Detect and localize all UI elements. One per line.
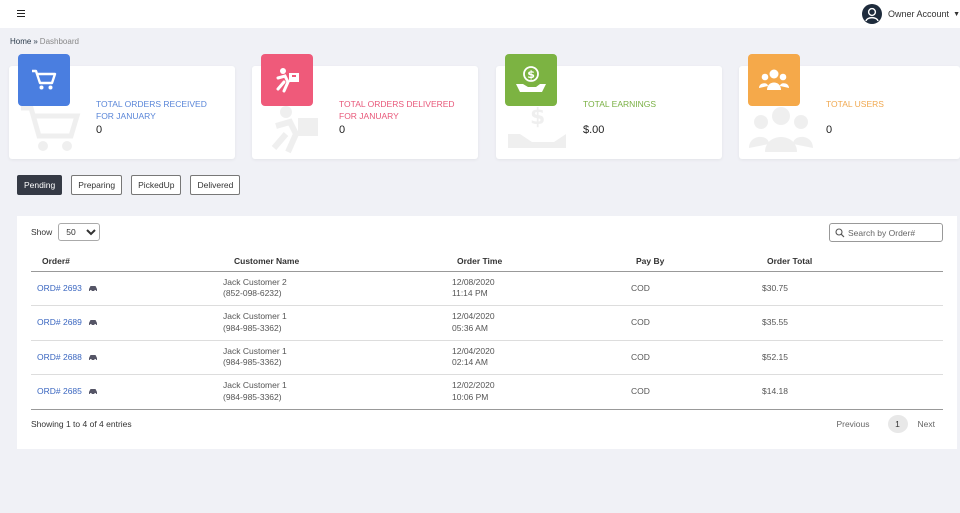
delivery-man-icon (261, 54, 313, 106)
order-total: $30.75 (762, 271, 943, 306)
order-number: ORD# 2688 (37, 351, 82, 362)
tab-pickedup[interactable]: PickedUp (131, 175, 182, 195)
order-total: $14.18 (762, 374, 943, 410)
stat-value: $.00 (583, 124, 605, 136)
car-icon (88, 354, 97, 361)
stat-value: 0 (96, 124, 103, 136)
customer-name: Jack Customer 2 (223, 276, 287, 287)
order-status-tabs: Pending Preparing PickedUp Delivered (17, 175, 249, 195)
order-number: ORD# 2689 (37, 317, 82, 327)
table-row[interactable]: ORD# 2689 Jack Customer 1 (984-985-3362) … (31, 305, 943, 341)
show-label: Show (31, 227, 53, 237)
top-bar: Owner Account ▼ (0, 0, 960, 28)
cart-ghost-icon (19, 104, 83, 156)
stat-card-orders-delivered: TOTAL ORDERS DELIVERED FOR JANUARY 0 (252, 54, 478, 159)
page-length-control: Show 50 (31, 223, 101, 241)
breadcrumb: Home» Dashboard (10, 37, 79, 46)
stat-card-total-earnings: $ $ TOTAL EARNINGS $.00 (496, 54, 722, 159)
page-length-select[interactable]: 50 (58, 223, 101, 241)
stat-label: TOTAL ORDERS DELIVERED FOR JANUARY (339, 99, 455, 121)
col-order[interactable]: Order# (31, 251, 223, 272)
stat-value: 0 (339, 124, 346, 136)
col-order-total[interactable]: Order Total (762, 251, 943, 272)
car-icon (88, 320, 97, 327)
order-link[interactable]: ORD# 2689 (37, 317, 98, 329)
order-time: 05:36 AM (452, 322, 488, 333)
car-icon (88, 285, 97, 292)
account-menu[interactable]: Owner Account ▼ (862, 3, 960, 25)
page-1-button[interactable]: 1 (887, 415, 908, 433)
caret-down-icon: ▼ (953, 10, 960, 18)
table-row[interactable]: ORD# 2688 Jack Customer 1 (984-985-3362) … (31, 340, 943, 375)
col-customer[interactable]: Customer Name (223, 251, 452, 272)
order-time: 11:14 PM (452, 288, 488, 299)
stat-card-orders-received: TOTAL ORDERS RECEIVED FOR JANUARY 0 (9, 54, 235, 159)
table-row[interactable]: ORD# 2685 Jack Customer 1 (984-985-3362) … (31, 374, 943, 410)
order-total: $35.55 (762, 305, 943, 341)
table-info: Showing 1 to 4 of 4 entries (31, 419, 132, 429)
order-time: 10:06 PM (452, 391, 489, 402)
customer-phone: (984-985-3362) (223, 322, 282, 333)
order-date: 12/04/2020 (452, 311, 495, 322)
pagination: Previous 1 Next (836, 415, 935, 433)
account-name: Owner Account (888, 9, 950, 19)
customer-phone: (984-985-3362) (223, 391, 282, 402)
breadcrumb-separator: » (33, 37, 38, 46)
stat-label: TOTAL ORDERS RECEIVED FOR JANUARY (96, 99, 207, 121)
search-icon (835, 227, 845, 237)
pay-method: COD (631, 305, 762, 341)
stat-card-total-users: TOTAL USERS 0 (739, 54, 960, 159)
order-link[interactable]: ORD# 2688 (37, 352, 98, 364)
user-avatar-icon (862, 4, 883, 24)
order-number: ORD# 2685 (37, 386, 82, 396)
svg-text:$: $ (527, 68, 535, 81)
pay-method: COD (631, 374, 762, 410)
menu-icon[interactable] (17, 10, 25, 18)
search-input[interactable] (848, 227, 938, 238)
customer-phone: (852-098-6232) (223, 288, 282, 299)
stat-label: TOTAL EARNINGS (583, 99, 657, 109)
order-date: 12/04/2020 (452, 345, 495, 356)
col-order-time[interactable]: Order Time (452, 251, 631, 272)
cart-icon (18, 54, 70, 106)
pay-method: COD (631, 271, 762, 306)
stat-value: 0 (826, 124, 833, 136)
breadcrumb-current: Dashboard (39, 37, 79, 46)
customer-name: Jack Customer 1 (223, 380, 287, 391)
users-ghost-icon (749, 104, 813, 156)
car-icon (88, 389, 97, 396)
order-time: 02:14 AM (452, 357, 488, 368)
tab-delivered[interactable]: Delivered (190, 175, 241, 195)
tab-preparing[interactable]: Preparing (71, 175, 123, 195)
orders-panel: Show 50 Order# Customer Name Order Time … (17, 216, 957, 449)
order-link[interactable]: ORD# 2693 (37, 283, 98, 295)
order-total: $52.15 (762, 340, 943, 375)
order-date: 12/08/2020 (452, 276, 495, 287)
money-hand-icon: $ (505, 54, 557, 106)
order-link[interactable]: ORD# 2685 (37, 386, 98, 398)
table-header-row: Order# Customer Name Order Time Pay By O… (31, 251, 943, 272)
money-ghost-icon: $ (506, 104, 570, 156)
previous-page-button[interactable]: Previous (836, 419, 869, 429)
customer-name: Jack Customer 1 (223, 345, 287, 356)
customer-phone: (984-985-3362) (223, 357, 282, 368)
order-number: ORD# 2693 (37, 282, 82, 293)
stat-label: TOTAL USERS (826, 99, 884, 109)
next-page-button[interactable]: Next (918, 419, 935, 429)
col-pay-by[interactable]: Pay By (631, 251, 762, 272)
search-box (829, 223, 943, 242)
tab-pending[interactable]: Pending (17, 175, 63, 195)
table-row[interactable]: ORD# 2693 Jack Customer 2 (852-098-6232) … (31, 271, 943, 306)
order-date: 12/02/2020 (452, 380, 495, 391)
breadcrumb-home[interactable]: Home (10, 37, 31, 46)
orders-table: Order# Customer Name Order Time Pay By O… (31, 251, 943, 410)
customer-name: Jack Customer 1 (223, 311, 287, 322)
delivery-ghost-icon (262, 104, 326, 156)
pay-method: COD (631, 340, 762, 375)
svg-text:$: $ (530, 105, 545, 130)
users-icon (748, 54, 800, 106)
